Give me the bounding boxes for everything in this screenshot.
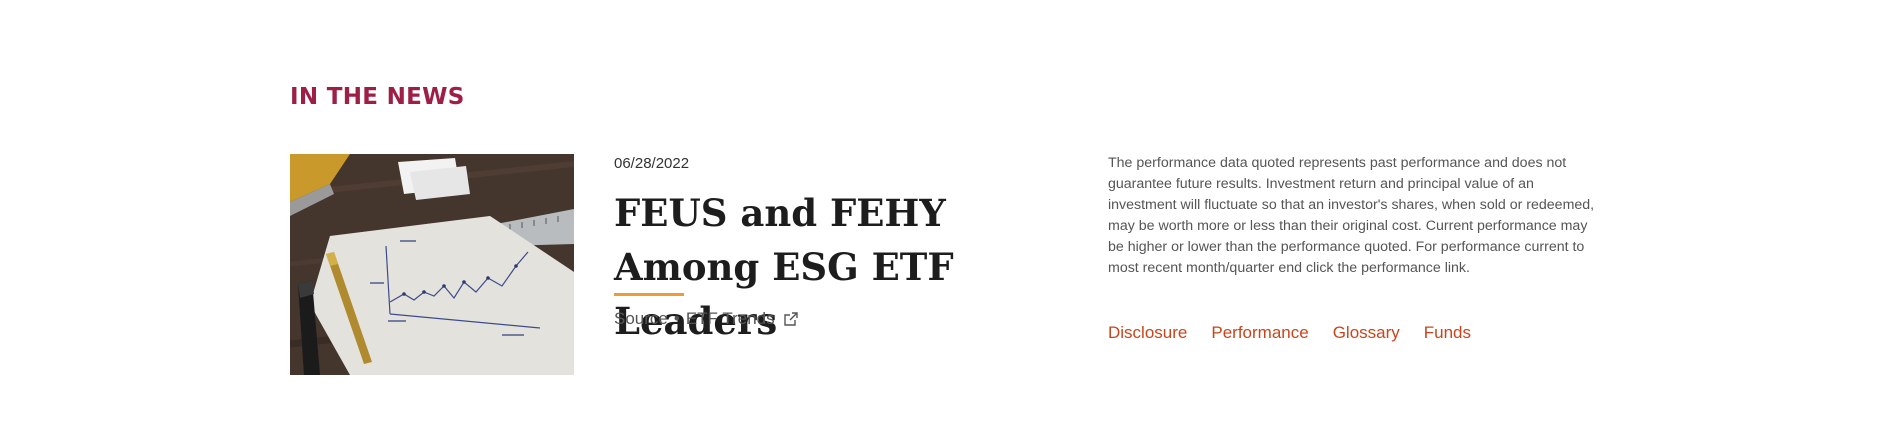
title-underline: [614, 293, 684, 296]
footer-links: Disclosure Performance Glossary Funds: [1108, 323, 1471, 343]
source-label: Source: [614, 309, 668, 328]
article-date: 06/28/2022: [614, 155, 690, 172]
glossary-link[interactable]: Glossary: [1333, 323, 1400, 343]
performance-disclaimer: The performance data quoted represents p…: [1108, 155, 1595, 276]
funds-link[interactable]: Funds: [1424, 323, 1471, 343]
external-link-icon[interactable]: [783, 311, 799, 327]
source-link[interactable]: ETF Trends: [686, 309, 775, 329]
source-name: ETF Trends: [685, 309, 775, 328]
section-heading: IN THE NEWS: [290, 84, 465, 110]
article-source: Source • ETF Trends: [614, 309, 799, 329]
disclosure-link[interactable]: Disclosure: [1108, 323, 1187, 343]
article-image[interactable]: [290, 154, 574, 375]
performance-link[interactable]: Performance: [1211, 323, 1308, 343]
source-separator: •: [673, 309, 680, 328]
